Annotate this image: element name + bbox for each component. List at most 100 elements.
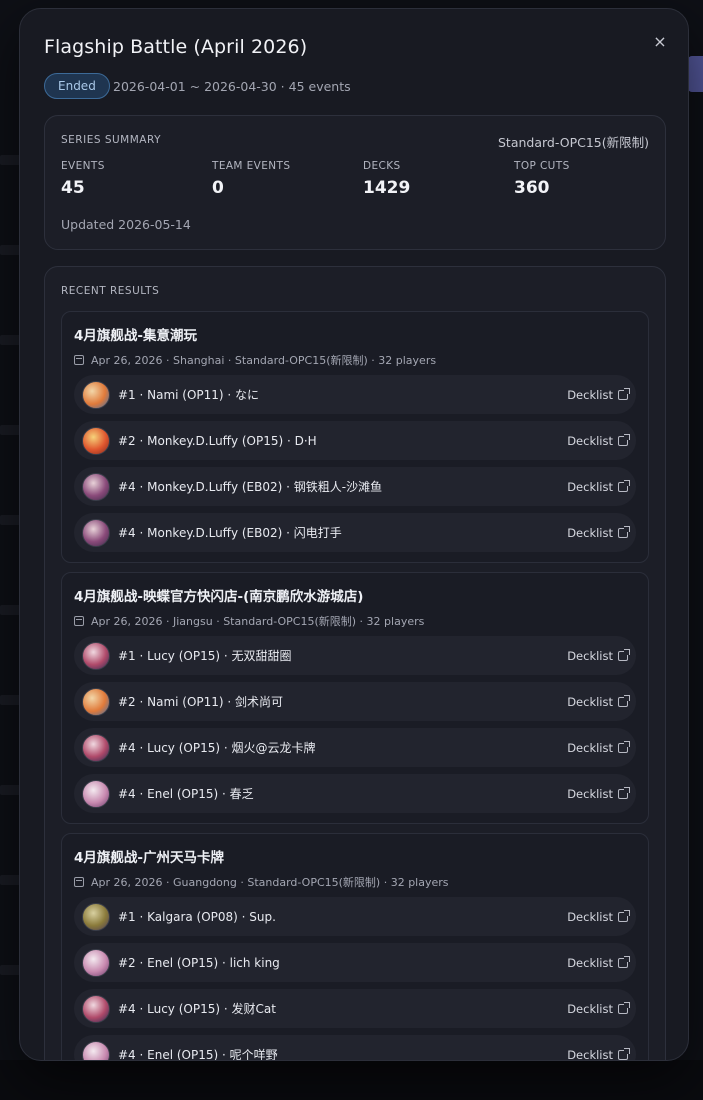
decklist-label: Decklist <box>567 740 613 755</box>
decklist-link[interactable]: Decklist <box>567 736 630 759</box>
format-label: Standard-OPC15(新限制) <box>498 135 649 150</box>
summary-label: SERIES SUMMARY <box>61 134 162 146</box>
external-link-icon <box>618 909 630 922</box>
leader-avatar <box>82 1040 110 1060</box>
result-row: #4 · Monkey.D.Luffy (EB02) · 闪电打手 Deckli… <box>74 513 636 552</box>
result-row: #4 · Monkey.D.Luffy (EB02) · 钢铁粗人-沙滩鱼 De… <box>74 467 636 506</box>
decklist-link[interactable]: Decklist <box>567 429 630 452</box>
event-series-modal: Flagship Battle (April 2026) × Ended 202… <box>19 8 689 1061</box>
series-summary-card: SERIES SUMMARY Standard-OPC15(新限制) EVENT… <box>44 115 666 250</box>
result-row: #1 · Kalgara (OP08) · Sup. Decklist <box>74 897 636 936</box>
decklist-label: Decklist <box>567 786 613 801</box>
stat-decks: DECKS 1429 <box>363 160 410 198</box>
event-card: 4月旗舰战-集意潮玩 Apr 26, 2026 · Shanghai · Sta… <box>61 311 649 563</box>
modal-title: Flagship Battle (April 2026) <box>44 36 308 58</box>
calendar-icon <box>74 355 84 365</box>
stat-team-events: TEAM EVENTS 0 <box>212 160 290 198</box>
event-meta: Apr 26, 2026 · Shanghai · Standard-OPC15… <box>74 352 436 368</box>
event-title: 4月旗舰战-集意潮玩 <box>74 328 197 344</box>
decklist-link[interactable]: Decklist <box>567 644 630 667</box>
leader-avatar <box>82 994 110 1023</box>
result-row: #4 · Lucy (OP15) · 发财Cat Decklist <box>74 989 636 1028</box>
stat-value: 0 <box>212 178 224 198</box>
decklist-link[interactable]: Decklist <box>567 997 630 1020</box>
leader-avatar <box>82 518 110 547</box>
decklist-link[interactable]: Decklist <box>567 521 630 544</box>
decklist-label: Decklist <box>567 1047 613 1061</box>
result-row: #1 · Nami (OP11) · なに Decklist <box>74 375 636 414</box>
leader-avatar <box>82 733 110 762</box>
leader-avatar <box>82 380 110 409</box>
decklist-link[interactable]: Decklist <box>567 690 630 713</box>
stat-value: 1429 <box>363 178 411 198</box>
decklist-link[interactable]: Decklist <box>567 782 630 805</box>
external-link-icon <box>618 955 630 968</box>
decklist-label: Decklist <box>567 1001 613 1016</box>
close-icon[interactable]: × <box>648 29 672 53</box>
stat-events: EVENTS 45 <box>61 160 105 198</box>
result-label: #2 · Nami (OP11) · 剑术尚可 <box>118 695 284 709</box>
leader-avatar <box>82 948 110 977</box>
result-row: #4 · Lucy (OP15) · 烟火@云龙卡牌 Decklist <box>74 728 636 767</box>
leader-avatar <box>82 902 110 931</box>
result-label: #4 · Enel (OP15) · 呢个咩野 <box>118 1048 278 1061</box>
decklist-label: Decklist <box>567 387 613 402</box>
stat-label: DECKS <box>363 160 401 172</box>
result-label: #1 · Nami (OP11) · なに <box>118 388 260 402</box>
result-row: #2 · Enel (OP15) · lich king Decklist <box>74 943 636 982</box>
result-label: #4 · Monkey.D.Luffy (EB02) · 钢铁粗人-沙滩鱼 <box>118 480 383 494</box>
result-label: #4 · Monkey.D.Luffy (EB02) · 闪电打手 <box>118 526 342 540</box>
decklist-link[interactable]: Decklist <box>567 1043 630 1061</box>
external-link-icon <box>618 525 630 538</box>
stat-label: TOP CUTS <box>514 160 570 172</box>
decklist-link[interactable]: Decklist <box>567 383 630 406</box>
decklist-label: Decklist <box>567 955 613 970</box>
result-row: #2 · Monkey.D.Luffy (OP15) · D·H Decklis… <box>74 421 636 460</box>
updated-date: Updated 2026-05-14 <box>61 217 191 232</box>
series-meta: 2026-04-01 ~ 2026-04-30 · 45 events <box>113 79 351 94</box>
event-card: 4月旗舰战-映蝶官方快闪店-(南京鹏欣水游城店) Apr 26, 2026 · … <box>61 572 649 824</box>
leader-avatar <box>82 641 110 670</box>
event-title: 4月旗舰战-映蝶官方快闪店-(南京鹏欣水游城店) <box>74 589 364 605</box>
event-meta-text: Apr 26, 2026 · Shanghai · Standard-OPC15… <box>91 354 437 367</box>
external-link-icon <box>618 694 630 707</box>
leader-avatar <box>82 472 110 501</box>
external-link-icon <box>618 433 630 446</box>
external-link-icon <box>618 740 630 753</box>
external-link-icon <box>618 1047 630 1060</box>
event-meta-text: Apr 26, 2026 · Jiangsu · Standard-OPC15(… <box>91 615 425 628</box>
leader-avatar <box>82 779 110 808</box>
result-row: #4 · Enel (OP15) · 春乏 Decklist <box>74 774 636 813</box>
result-label: #1 · Lucy (OP15) · 无双甜甜圈 <box>118 649 292 663</box>
event-meta-text: Apr 26, 2026 · Guangdong · Standard-OPC1… <box>91 876 449 889</box>
calendar-icon <box>74 877 84 887</box>
event-meta: Apr 26, 2026 · Guangdong · Standard-OPC1… <box>74 874 449 890</box>
decklist-link[interactable]: Decklist <box>567 475 630 498</box>
event-card: 4月旗舰战-广州天马卡牌 Apr 26, 2026 · Guangdong · … <box>61 833 649 1061</box>
decklist-label: Decklist <box>567 479 613 494</box>
result-row: #2 · Nami (OP11) · 剑术尚可 Decklist <box>74 682 636 721</box>
result-label: #4 · Enel (OP15) · 春乏 <box>118 787 254 801</box>
decklist-link[interactable]: Decklist <box>567 905 630 928</box>
stat-top-cuts: TOP CUTS 360 <box>514 160 570 198</box>
result-label: #4 · Lucy (OP15) · 发财Cat <box>118 1002 276 1016</box>
calendar-icon <box>74 616 84 626</box>
background-accent <box>688 56 703 92</box>
stat-label: EVENTS <box>61 160 105 172</box>
stat-label: TEAM EVENTS <box>212 160 291 172</box>
status-badge: Ended <box>44 73 110 99</box>
decklist-label: Decklist <box>567 525 613 540</box>
decklist-link[interactable]: Decklist <box>567 951 630 974</box>
decklist-label: Decklist <box>567 648 613 663</box>
stat-value: 45 <box>61 178 85 198</box>
external-link-icon <box>618 1001 630 1014</box>
results-label: RECENT RESULTS <box>61 285 160 297</box>
decklist-label: Decklist <box>567 433 613 448</box>
result-label: #4 · Lucy (OP15) · 烟火@云龙卡牌 <box>118 741 316 755</box>
result-row: #4 · Enel (OP15) · 呢个咩野 Decklist <box>74 1035 636 1061</box>
external-link-icon <box>618 648 630 661</box>
recent-results-card: RECENT RESULTS 4月旗舰战-集意潮玩 Apr 26, 2026 ·… <box>44 266 666 1061</box>
result-label: #2 · Enel (OP15) · lich king <box>118 955 280 970</box>
leader-avatar <box>82 687 110 716</box>
external-link-icon <box>618 479 630 492</box>
